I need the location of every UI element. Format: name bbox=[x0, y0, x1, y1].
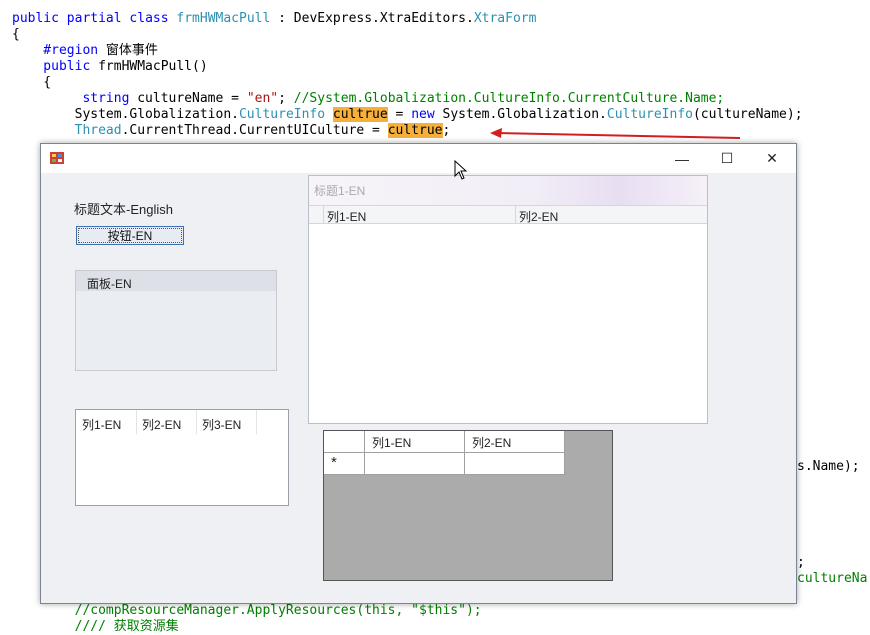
code-token: System.Globalization. bbox=[442, 107, 607, 122]
code-line: System.Globalization.CultureInfo cultrue… bbox=[12, 107, 803, 123]
maximize-button[interactable]: ☐ bbox=[704, 144, 750, 173]
title-bar[interactable]: — ☐ ✕ bbox=[41, 144, 796, 173]
listview-column-header[interactable]: 列1-EN bbox=[76, 410, 137, 434]
code-token: #region bbox=[12, 43, 106, 58]
code-token: .CurrentThread.CurrentUICulture = bbox=[121, 123, 388, 138]
code-token: frmHWMacPull bbox=[176, 11, 271, 26]
code-fragment-name: s.Name); bbox=[797, 459, 860, 474]
code-token: 窗体事件 bbox=[105, 43, 158, 58]
code-token: frmHWMacPull() bbox=[98, 59, 208, 74]
code-token: CultureInfo bbox=[238, 107, 326, 122]
code-token: public bbox=[12, 59, 99, 74]
grid-header: 列1-EN 列2-EN bbox=[309, 205, 707, 224]
code-line: public frmHWMacPull() bbox=[12, 59, 208, 75]
listview-column-header[interactable]: 列2-EN bbox=[136, 410, 197, 434]
code-token: CultureInfo bbox=[606, 107, 693, 122]
datagrid-cell[interactable] bbox=[465, 453, 565, 475]
code-token: string bbox=[12, 91, 138, 106]
code-token: XtraForm bbox=[473, 11, 537, 26]
code-line: { bbox=[12, 27, 20, 43]
app-icon bbox=[50, 152, 64, 164]
code-line: #region 窗体事件 bbox=[12, 43, 158, 59]
code-token: : DevExpress.XtraEditors. bbox=[270, 11, 474, 26]
code-fragment-culture: cultureNa bbox=[797, 571, 868, 586]
code-token: cultureName = bbox=[137, 91, 247, 106]
code-token: class bbox=[129, 11, 177, 26]
focus-rectangle bbox=[78, 228, 182, 243]
code-token: = bbox=[387, 107, 412, 122]
code-token: ; bbox=[278, 91, 294, 106]
minimize-button[interactable]: — bbox=[659, 144, 705, 173]
code-token: (cultureName); bbox=[692, 107, 803, 122]
mouse-cursor-icon bbox=[454, 160, 468, 180]
code-comment-line: //compResourceManager.ApplyResources(thi… bbox=[12, 603, 482, 618]
code-comment-line: //// 获取资源集 bbox=[12, 619, 179, 634]
code-line: Thread.CurrentThread.CurrentUICulture = … bbox=[12, 123, 450, 139]
grid-indicator-header bbox=[309, 206, 324, 224]
code-line: public partial class frmHWMacPull : DevE… bbox=[12, 11, 536, 27]
group-grid-control[interactable]: 标题1-EN 列1-EN 列2-EN bbox=[308, 175, 708, 424]
form-window: — ☐ ✕ 标题文本-English 按钮-EN 面板-EN 列1-EN 列2-… bbox=[40, 143, 797, 604]
grid-column-header[interactable]: 列1-EN bbox=[323, 206, 516, 224]
code-token: System.Globalization. bbox=[12, 107, 239, 122]
code-token: { bbox=[12, 27, 20, 42]
datagrid-column-header[interactable]: 列2-EN bbox=[465, 431, 565, 453]
code-token: "en" bbox=[246, 91, 279, 106]
code-token: partial bbox=[66, 11, 130, 26]
code-token: new bbox=[411, 107, 443, 122]
group-caption: 标题1-EN bbox=[314, 184, 366, 198]
code-token: //System.Globalization.CultureInfo.Curre… bbox=[293, 91, 725, 106]
row-header-corner bbox=[324, 431, 365, 453]
title-label: 标题文本-English bbox=[74, 202, 173, 217]
panel-group: 面板-EN bbox=[75, 270, 277, 371]
datagrid-cell[interactable] bbox=[365, 453, 465, 475]
code-token: cultrue bbox=[387, 123, 443, 138]
code-fragment-semicolon: ; bbox=[797, 555, 805, 570]
data-grid-view[interactable]: 列1-EN 列2-EN * bbox=[323, 430, 613, 581]
code-token: Thread bbox=[74, 123, 122, 138]
code-line: { bbox=[12, 75, 51, 91]
code-line: string cultureName = "en"; //System.Glob… bbox=[12, 91, 724, 107]
red-arrow-annotation bbox=[490, 128, 741, 139]
datagrid-column-header[interactable]: 列1-EN bbox=[365, 431, 465, 453]
panel-header: 面板-EN bbox=[76, 271, 276, 291]
grid-column-header[interactable]: 列2-EN bbox=[515, 206, 707, 224]
group-caption-bar: 标题1-EN bbox=[309, 176, 707, 205]
code-token: cultrue bbox=[332, 107, 388, 122]
code-token: ; bbox=[442, 123, 451, 138]
list-view[interactable]: 列1-EN 列2-EN 列3-EN bbox=[75, 409, 289, 506]
panel-caption: 面板-EN bbox=[87, 277, 132, 291]
close-button[interactable]: ✕ bbox=[749, 144, 795, 173]
code-token: public bbox=[12, 11, 67, 26]
new-row-header[interactable]: * bbox=[324, 453, 365, 475]
listview-column-header[interactable]: 列3-EN bbox=[196, 410, 257, 434]
new-row-marker: * bbox=[331, 454, 337, 471]
localized-button[interactable]: 按钮-EN bbox=[76, 226, 184, 245]
code-token: { bbox=[12, 75, 52, 90]
